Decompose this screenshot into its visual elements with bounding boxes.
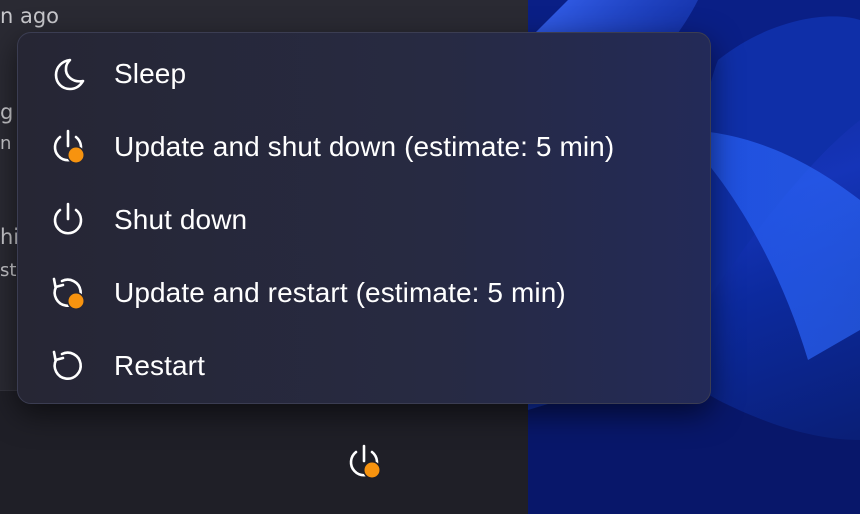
power-update-icon	[48, 127, 88, 167]
start-menu-footer	[0, 390, 528, 514]
menu-item-shut-down[interactable]: Shut down	[32, 189, 696, 251]
restart-update-icon	[48, 273, 88, 313]
menu-item-sleep[interactable]: Sleep	[32, 43, 696, 105]
power-options-menu: Sleep Update and shut down (estimate: 5 …	[17, 32, 711, 404]
menu-item-label: Update and shut down (estimate: 5 min)	[114, 131, 615, 162]
menu-item-label: Sleep	[114, 58, 187, 89]
menu-item-label: Update and restart (estimate: 5 min)	[114, 277, 566, 308]
menu-item-label: Shut down	[114, 204, 248, 235]
menu-item-label: Restart	[114, 350, 205, 381]
background-text: g	[0, 100, 14, 124]
power-update-icon	[344, 442, 384, 486]
moon-icon	[48, 54, 88, 94]
desktop-screen: n ago g n a hi st Sleep Update and shut …	[0, 0, 860, 514]
menu-item-restart[interactable]: Restart	[32, 335, 696, 397]
restart-icon	[48, 346, 88, 386]
background-text: n ago	[0, 4, 60, 28]
menu-item-update-and-shut-down[interactable]: Update and shut down (estimate: 5 min)	[32, 116, 696, 178]
background-text: st	[0, 260, 17, 281]
power-icon	[48, 200, 88, 240]
power-button[interactable]	[340, 440, 388, 488]
menu-item-update-and-restart[interactable]: Update and restart (estimate: 5 min)	[32, 262, 696, 324]
